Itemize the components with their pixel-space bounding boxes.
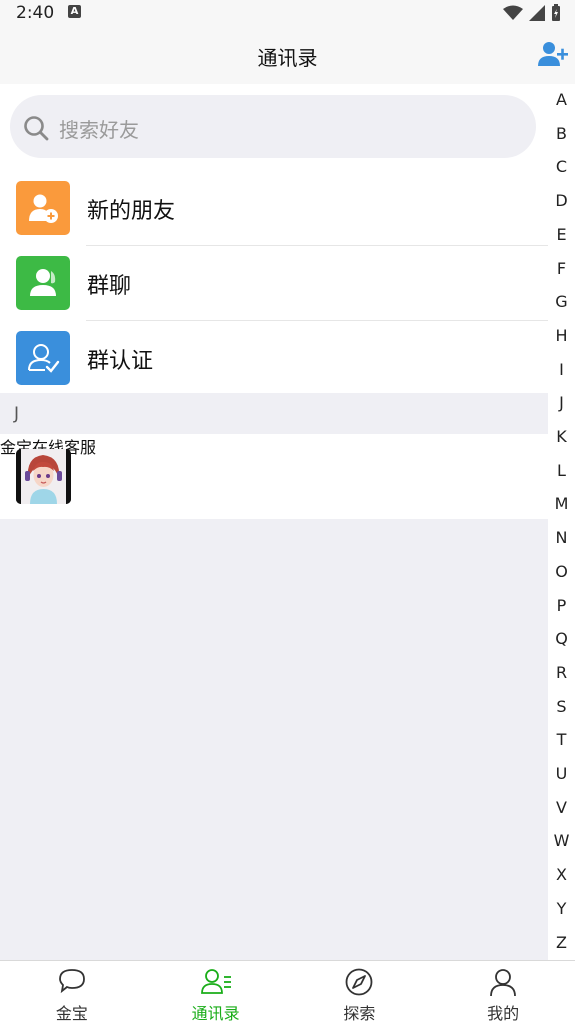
index-letter-n[interactable]: N [548, 528, 575, 547]
menu-item-label: 群聊 [87, 274, 132, 299]
index-letter-r[interactable]: R [548, 663, 575, 682]
new-friend-icon [16, 181, 70, 235]
contacts-list: 搜索好友 新的朋友 群聊 群认证 J 金宝在线客服 [0, 84, 548, 519]
index-letter-g[interactable]: G [548, 292, 575, 311]
index-letter-h[interactable]: H [548, 326, 575, 345]
search-placeholder: 搜索好友 [59, 118, 139, 142]
menu-item-label: 新的朋友 [87, 199, 176, 224]
tab-label: 通讯录 [191, 1004, 240, 1023]
add-user-icon [538, 42, 568, 66]
battery-icon [552, 4, 560, 21]
profile-icon [490, 969, 517, 997]
section-letter: J [14, 404, 20, 424]
group-verify-icon [16, 331, 70, 385]
index-letter-i[interactable]: I [548, 360, 575, 379]
index-letter-q[interactable]: Q [548, 629, 575, 648]
status-time: 2:40 [16, 3, 55, 23]
section-header: J [0, 393, 548, 434]
index-letter-d[interactable]: D [548, 191, 575, 210]
menu-item-group-verify[interactable]: 群认证 [0, 321, 548, 396]
index-letter-t[interactable]: T [548, 730, 575, 749]
menu-item-new-friends[interactable]: 新的朋友 [0, 171, 548, 246]
index-letter-c[interactable]: C [548, 157, 575, 176]
search-icon [24, 116, 49, 141]
avatar [16, 449, 71, 504]
index-letter-j[interactable]: J [548, 393, 575, 412]
compass-icon [345, 968, 373, 996]
contacts-icon [200, 969, 231, 994]
tab-me[interactable]: 我的 [431, 961, 575, 1024]
signal-icon [529, 5, 545, 21]
index-letter-u[interactable]: U [548, 764, 575, 783]
add-friend-button[interactable] [537, 40, 569, 70]
index-letter-k[interactable]: K [548, 427, 575, 446]
tab-jinbao[interactable]: 金宝 [0, 961, 144, 1024]
bottom-tab-bar: 金宝 通讯录 探索 我的 [0, 960, 575, 1024]
index-letter-y[interactable]: Y [548, 899, 575, 918]
tab-explore[interactable]: 探索 [288, 961, 432, 1024]
notification-icon: A [68, 5, 81, 18]
page-title: 通讯录 [257, 46, 318, 70]
index-letter-p[interactable]: P [548, 596, 575, 615]
chat-bubble-icon [58, 969, 85, 994]
index-letter-m[interactable]: M [548, 494, 575, 513]
index-letter-o[interactable]: O [548, 562, 575, 581]
tab-contacts[interactable]: 通讯录 [144, 961, 288, 1024]
group-chat-icon [16, 256, 70, 310]
header: 通讯录 [0, 26, 575, 84]
index-letter-e[interactable]: E [548, 225, 575, 244]
status-icons [503, 4, 561, 22]
alphabet-index[interactable]: ABCDEFGHIJKLMNOPQRSTUVWXYZ [548, 84, 575, 960]
menu-item-label: 群认证 [87, 349, 154, 374]
search-input[interactable]: 搜索好友 [10, 95, 536, 158]
tab-label: 我的 [487, 1004, 520, 1023]
tab-label: 探索 [343, 1004, 376, 1023]
contact-row[interactable]: 金宝在线客服 [0, 434, 548, 519]
status-bar: 2:40 A [0, 0, 575, 26]
index-letter-z[interactable]: Z [548, 933, 575, 952]
index-letter-f[interactable]: F [548, 259, 575, 278]
wifi-icon [503, 5, 523, 20]
tab-label: 金宝 [55, 1004, 88, 1023]
index-letter-b[interactable]: B [548, 124, 575, 143]
index-letter-a[interactable]: A [548, 90, 575, 109]
index-letter-w[interactable]: W [548, 831, 575, 850]
menu-item-group-chat[interactable]: 群聊 [0, 246, 548, 321]
index-letter-l[interactable]: L [548, 461, 575, 480]
index-letter-s[interactable]: S [548, 697, 575, 716]
index-letter-x[interactable]: X [548, 865, 575, 884]
index-letter-v[interactable]: V [548, 798, 575, 817]
